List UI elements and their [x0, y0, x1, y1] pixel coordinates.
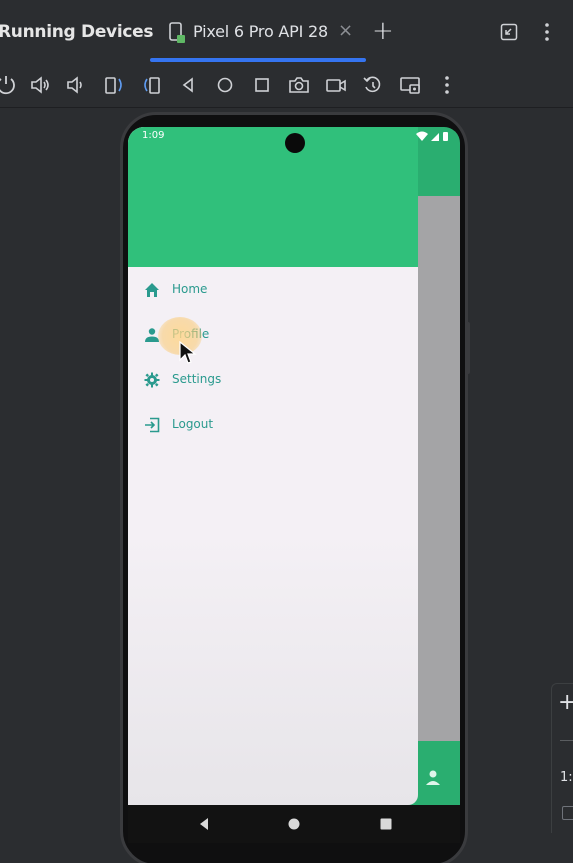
rotate-right-icon[interactable] [140, 73, 164, 97]
drawer-item-home[interactable]: Home [142, 275, 402, 305]
drawer-header [128, 127, 418, 267]
more-icon[interactable] [435, 73, 459, 97]
side-control-panel: + 1: [551, 683, 573, 833]
mouse-cursor-icon [179, 341, 197, 364]
drawer-item-logout[interactable]: Logout [142, 410, 402, 440]
drawer-item-label: Settings [172, 372, 222, 386]
volume-up-icon[interactable] [28, 73, 52, 97]
back-icon[interactable] [176, 73, 200, 97]
camera-cutout [285, 133, 305, 153]
overview-icon[interactable] [250, 73, 274, 97]
drawer-item-label: Home [172, 282, 208, 296]
drawer-item-settings[interactable]: Settings [142, 365, 402, 395]
nav-overview-icon[interactable] [378, 816, 394, 832]
more-options-icon[interactable] [540, 20, 554, 44]
tool-window-header: Running Devices Pixel 6 Pro API 28 × + [0, 0, 573, 62]
device-icon [169, 22, 185, 43]
nav-home-icon[interactable] [286, 816, 302, 832]
device-side-button [466, 322, 470, 374]
close-tab-icon[interactable]: × [338, 20, 353, 41]
navigation-drawer: Home Profile Settings [128, 127, 418, 805]
fit-screen-icon[interactable] [562, 806, 573, 820]
status-icons [416, 131, 448, 141]
camera-icon[interactable] [287, 73, 311, 97]
drawer-item-label: Logout [172, 417, 214, 431]
logout-icon [145, 417, 160, 433]
zoom-in-button[interactable]: + [558, 690, 573, 715]
tab-pixel-6-pro[interactable]: Pixel 6 Pro API 28 × [150, 0, 366, 62]
device-toolbar [0, 62, 573, 108]
snapshot-icon[interactable] [361, 73, 385, 97]
volume-down-icon[interactable] [64, 73, 88, 97]
gear-icon [144, 372, 160, 388]
screen-record-icon[interactable] [324, 73, 348, 97]
nav-back-icon[interactable] [196, 816, 212, 832]
home-icon [145, 283, 159, 297]
power-icon[interactable] [0, 73, 18, 97]
device-screen[interactable]: 1:09 Home Profile [128, 127, 460, 805]
zoom-ratio-label: 1: [560, 770, 573, 785]
home-icon[interactable] [213, 73, 237, 97]
restore-window-icon[interactable] [500, 23, 518, 41]
tab-label: Pixel 6 Pro API 28 [193, 22, 328, 41]
extended-controls-icon[interactable] [398, 73, 422, 97]
rotate-left-icon[interactable] [102, 73, 126, 97]
status-time: 1:09 [142, 130, 165, 141]
system-navigation-bar [128, 805, 460, 843]
person-icon[interactable] [423, 768, 443, 788]
add-tab-button[interactable]: + [372, 16, 394, 46]
divider [560, 740, 573, 741]
panel-title: Running Devices [0, 22, 154, 42]
